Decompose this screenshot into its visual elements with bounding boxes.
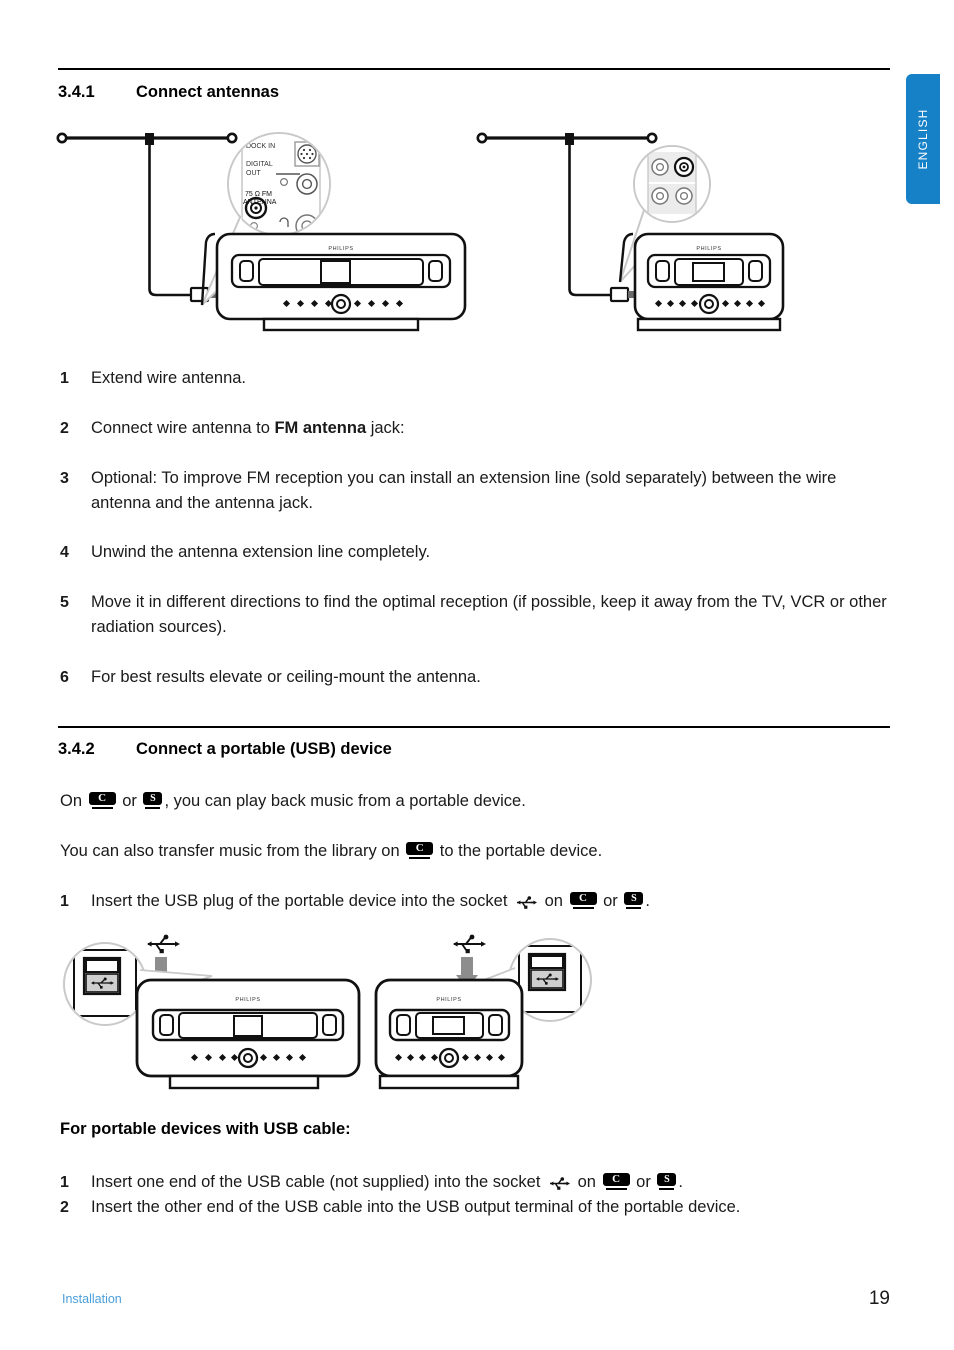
usb-figure-left: PHILIPS bbox=[62, 932, 367, 1102]
usb-step-1-mid2: or bbox=[598, 892, 623, 910]
badge-center-label: C bbox=[88, 792, 116, 805]
badge-station-icon-4: S bbox=[657, 1173, 677, 1190]
usb-intro-2-pre: You can also transfer music from the lib… bbox=[60, 842, 405, 860]
usb-cable-step-1-pre: Insert one end of the USB cable (not sup… bbox=[91, 1173, 546, 1191]
step-2-bold: FM antenna bbox=[274, 419, 367, 437]
step-5-text: Move it in different directions to find … bbox=[91, 593, 887, 636]
svg-text:DOCK IN: DOCK IN bbox=[246, 143, 275, 150]
usb-intro-2-post: to the portable device. bbox=[435, 842, 603, 860]
step-2: 2 Connect wire antenna to FM antenna jac… bbox=[60, 416, 890, 441]
usb-intro-1-pre: On bbox=[60, 792, 87, 810]
step-4: 4 Unwind the antenna extension line comp… bbox=[60, 540, 890, 565]
badge-center-base-4 bbox=[605, 1188, 627, 1190]
usb-cable-step-2-index: 2 bbox=[60, 1199, 69, 1216]
usb-cable-step-1-post: . bbox=[678, 1173, 683, 1191]
step-2-index: 2 bbox=[60, 420, 69, 437]
step-6: 6 For best results elevate or ceiling-mo… bbox=[60, 665, 890, 690]
badge-station-label: S bbox=[143, 792, 163, 805]
language-tab: ENGLISH bbox=[906, 74, 940, 204]
antenna-figure-left: DOCK IN DIGITAL OUT 75 Ω FM ANTENNA PHIL… bbox=[52, 122, 482, 347]
usb-step-1-mid: on bbox=[540, 892, 568, 910]
language-tab-label: ENGLISH bbox=[916, 108, 930, 170]
svg-text:OUT: OUT bbox=[246, 170, 262, 177]
footer-chapter-label: Installation bbox=[62, 1292, 122, 1306]
badge-center-label-4: C bbox=[602, 1173, 630, 1186]
usb-cable-step-1-mid: on bbox=[573, 1173, 601, 1191]
usb-cable-step-2-text: Insert the other end of the USB cable in… bbox=[91, 1198, 741, 1216]
badge-station-icon: S bbox=[143, 792, 163, 809]
step-3-index: 3 bbox=[60, 470, 69, 487]
usb-cable-subheading: For portable devices with USB cable: bbox=[60, 1120, 351, 1138]
usb-intro-1-post: , you can play back music from a portabl… bbox=[164, 792, 526, 810]
badge-station-label-4: S bbox=[657, 1173, 677, 1186]
step-2-text: Connect wire antenna to FM antenna jack: bbox=[91, 416, 890, 441]
badge-center-label-2: C bbox=[406, 842, 434, 855]
usb-cable-step-2: 2 Insert the other end of the USB cable … bbox=[60, 1195, 890, 1220]
step-5: 5 Move it in different directions to fin… bbox=[60, 590, 890, 640]
badge-center-icon-4: C bbox=[602, 1173, 630, 1190]
page-number: 19 bbox=[868, 1288, 890, 1309]
svg-text:PHILIPS: PHILIPS bbox=[328, 246, 353, 252]
usb-step-1-pre: Insert the USB plug of the portable devi… bbox=[91, 892, 512, 910]
svg-text:PHILIPS: PHILIPS bbox=[235, 997, 260, 1003]
svg-text:DIGITAL: DIGITAL bbox=[246, 161, 273, 168]
badge-station-icon-3: S bbox=[624, 892, 644, 909]
badge-center-icon-3: C bbox=[569, 892, 597, 909]
usb-step-1-post: . bbox=[645, 892, 650, 910]
step-2-post: jack: bbox=[366, 419, 405, 437]
usb-intro-1-mid: or bbox=[117, 792, 142, 810]
svg-text:PHILIPS: PHILIPS bbox=[436, 997, 461, 1003]
badge-center-base bbox=[91, 807, 113, 809]
usb-intro-paragraph-2: You can also transfer music from the lib… bbox=[60, 839, 890, 864]
step-3: 3 Optional: To improve FM reception you … bbox=[60, 466, 890, 516]
step-6-index: 6 bbox=[60, 669, 69, 686]
badge-station-base-3 bbox=[626, 907, 642, 909]
antenna-figure-right: PHILIPS bbox=[472, 122, 812, 347]
section-divider-342 bbox=[58, 726, 890, 728]
svg-text:ANTENNA: ANTENNA bbox=[243, 199, 277, 206]
usb-cable-step-1-text: Insert one end of the USB cable (not sup… bbox=[91, 1170, 890, 1198]
usb-cable-step-1: 1 Insert one end of the USB cable (not s… bbox=[60, 1170, 890, 1198]
usb-trident-icon bbox=[515, 892, 537, 917]
section-title-342: Connect a portable (USB) device bbox=[136, 740, 392, 758]
badge-center-icon-2: C bbox=[406, 842, 434, 859]
section-heading-341: 3.4.1 Connect antennas bbox=[58, 83, 279, 102]
svg-text:PHILIPS: PHILIPS bbox=[696, 246, 721, 252]
section-divider-top bbox=[58, 68, 890, 70]
section-heading-342: 3.4.2 Connect a portable (USB) device bbox=[58, 740, 392, 759]
step-5-index: 5 bbox=[60, 594, 69, 611]
usb-step-1-text: Insert the USB plug of the portable devi… bbox=[91, 889, 890, 917]
badge-center-label-3: C bbox=[569, 892, 597, 905]
step-3-text: Optional: To improve FM reception you ca… bbox=[91, 469, 837, 512]
usb-intro-paragraph-1: On C or S, you can play back music from … bbox=[60, 789, 890, 814]
step-4-text: Unwind the antenna extension line comple… bbox=[91, 543, 431, 561]
section-number-342: 3.4.2 bbox=[58, 740, 95, 758]
badge-center-base-2 bbox=[409, 857, 431, 859]
badge-center-base-3 bbox=[572, 907, 594, 909]
badge-station-label-3: S bbox=[624, 892, 644, 905]
svg-text:75 Ω FM: 75 Ω FM bbox=[245, 191, 272, 198]
usb-step-1-index: 1 bbox=[60, 893, 69, 910]
step-4-index: 4 bbox=[60, 544, 69, 561]
step-6-text: For best results elevate or ceiling-moun… bbox=[91, 668, 481, 686]
section-title-341: Connect antennas bbox=[136, 83, 280, 101]
badge-station-base-4 bbox=[659, 1188, 675, 1190]
step-1-index: 1 bbox=[60, 370, 69, 387]
step-1: 1 Extend wire antenna. bbox=[60, 366, 890, 391]
usb-cable-step-1-mid2: or bbox=[631, 1173, 656, 1191]
badge-station-base bbox=[145, 807, 161, 809]
usb-cable-step-1-index: 1 bbox=[60, 1174, 69, 1191]
usb-step-1: 1 Insert the USB plug of the portable de… bbox=[60, 889, 890, 917]
step-1-text: Extend wire antenna. bbox=[91, 369, 247, 387]
section-number-341: 3.4.1 bbox=[58, 83, 95, 101]
step-2-pre: Connect wire antenna to bbox=[91, 419, 275, 437]
usb-figure-right: PHILIPS bbox=[372, 932, 602, 1102]
badge-center-icon: C bbox=[88, 792, 116, 809]
